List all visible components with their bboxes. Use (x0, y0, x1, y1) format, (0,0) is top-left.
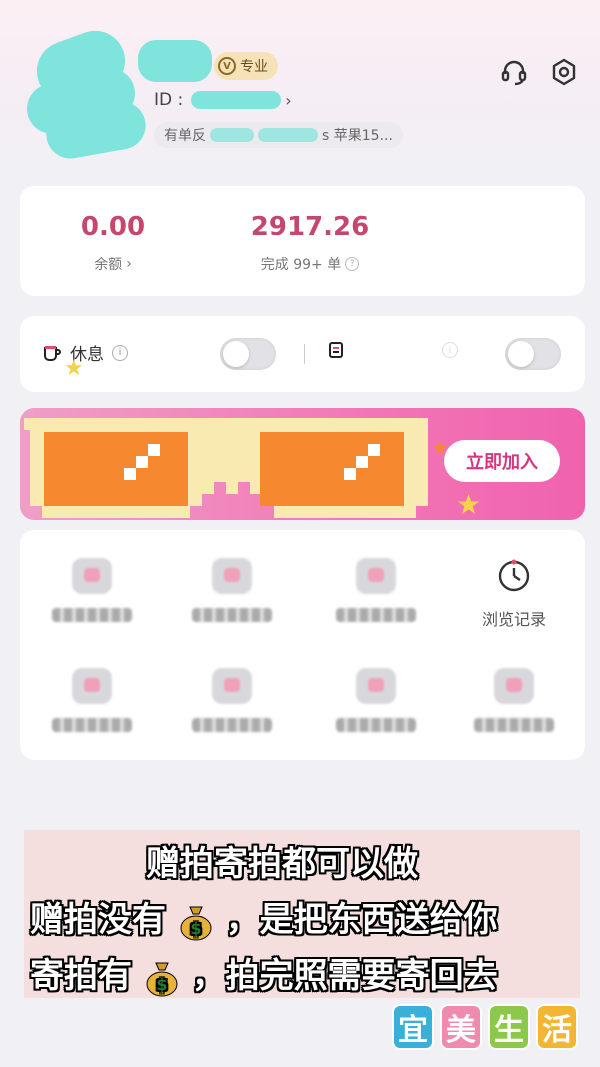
blurred-icon (212, 668, 252, 704)
blurred-label (336, 718, 416, 732)
blurred-label (336, 608, 416, 622)
headset-icon (501, 60, 527, 86)
svg-text:$: $ (156, 975, 167, 994)
chevron-right-icon: › (126, 256, 132, 272)
function-grid: 浏览记录 (20, 530, 585, 760)
blurred-label (52, 608, 132, 622)
grid-item[interactable] (182, 558, 282, 622)
gear-icon (552, 58, 576, 86)
blurred-label (192, 608, 272, 622)
blurred-icon (356, 668, 396, 704)
settings-icon[interactable] (546, 54, 582, 90)
balance-stat[interactable]: 0.00 余额 › (68, 212, 158, 274)
watermark-logo: 宜 美 生 活 (392, 1004, 578, 1050)
watermark-char: 生 (488, 1004, 530, 1050)
completed-value: 2917.26 (250, 212, 370, 242)
caption-line-1: 赠拍寄拍都可以做 (146, 844, 418, 884)
grid-item[interactable] (464, 668, 564, 732)
blurred-icon (72, 668, 112, 704)
blurred-icon (212, 558, 252, 594)
level-badge[interactable]: V 专业 (214, 52, 278, 80)
chevron-right-icon: › (285, 90, 292, 110)
watermark-char: 美 (440, 1004, 482, 1050)
clock-icon (498, 559, 530, 592)
browse-history-label: 浏览记录 (481, 610, 546, 629)
info-icon[interactable]: i (112, 344, 128, 361)
money-bag-icon: $ (146, 962, 178, 996)
grid-item[interactable] (42, 668, 142, 732)
blurred-icon (494, 668, 534, 704)
help-icon[interactable]: ? (345, 257, 360, 271)
id-mask (191, 91, 282, 109)
device-tags: 有单反 s 苹果15... (154, 122, 403, 148)
vip-icon: V (218, 57, 236, 75)
caption-line-2-suffix: ，是把东西送给你 (225, 900, 498, 940)
blurred-icon (72, 558, 112, 594)
completed-stat[interactable]: 2917.26 完成 99+ 单 ? (240, 212, 380, 274)
completed-label: 完成 99+ 单 (260, 257, 342, 273)
blurred-label (52, 718, 132, 732)
caption-line-3: 寄拍有 $ ，拍完照需要寄回去 (30, 948, 498, 997)
divider (304, 344, 305, 364)
avatar[interactable] (21, 22, 150, 163)
second-switch[interactable] (505, 338, 561, 370)
join-now-button[interactable]: 立即加入 (444, 440, 560, 482)
device-prefix: 有单反 (164, 128, 206, 144)
device-suffix: s 苹果15... (322, 128, 393, 144)
grid-item[interactable] (182, 668, 282, 732)
blurred-label (192, 718, 272, 732)
pixel-glasses-icon (24, 418, 428, 518)
cup-icon (44, 345, 61, 361)
user-id-row[interactable]: ID : › (154, 90, 292, 110)
star-icon: ★ (456, 488, 482, 520)
username-mask (138, 40, 212, 82)
customer-service-icon[interactable] (496, 54, 532, 90)
blurred-icon (356, 558, 396, 594)
svg-text:$: $ (190, 919, 201, 938)
blurred-label (474, 718, 554, 732)
grid-item-browse-history[interactable]: 浏览记录 (464, 558, 564, 630)
star-icon: ★ (64, 356, 84, 381)
balance-label: 余额 (94, 257, 123, 273)
blurred-label (354, 343, 434, 357)
watermark-char: 宜 (392, 1004, 434, 1050)
info-icon[interactable]: i (442, 342, 458, 358)
second-toggle-label: i (326, 340, 458, 360)
grid-item[interactable] (326, 668, 426, 732)
caption-line-2: 赠拍没有 $ ，是把东西送给你 (30, 892, 498, 941)
status-toggles-card: 休息 i i ★ (20, 316, 585, 392)
caption-line-3-prefix: 寄拍有 (30, 956, 132, 996)
money-bag-icon: $ (180, 906, 212, 940)
device-mask (210, 128, 254, 142)
grid-item[interactable] (326, 558, 426, 622)
device-mask (258, 128, 318, 142)
rest-switch[interactable] (220, 338, 276, 370)
caption-line-2-prefix: 赠拍没有 (30, 900, 166, 940)
id-label: ID : (154, 90, 184, 110)
caption-line-3-suffix: ，拍完照需要寄回去 (191, 956, 498, 996)
grid-item[interactable] (42, 558, 142, 622)
level-badge-label: 专业 (240, 59, 268, 75)
stats-card: 0.00 余额 › 2917.26 完成 99+ 单 ? (20, 186, 585, 296)
balance-value: 0.00 (80, 212, 146, 242)
document-icon (329, 342, 343, 358)
rest-toggle-label: 休息 i (42, 340, 128, 365)
watermark-char: 活 (536, 1004, 578, 1050)
caption-overlay: 赠拍寄拍都可以做 赠拍没有 $ ，是把东西送给你 寄拍有 $ ，拍完照需要寄回去 (24, 830, 580, 998)
